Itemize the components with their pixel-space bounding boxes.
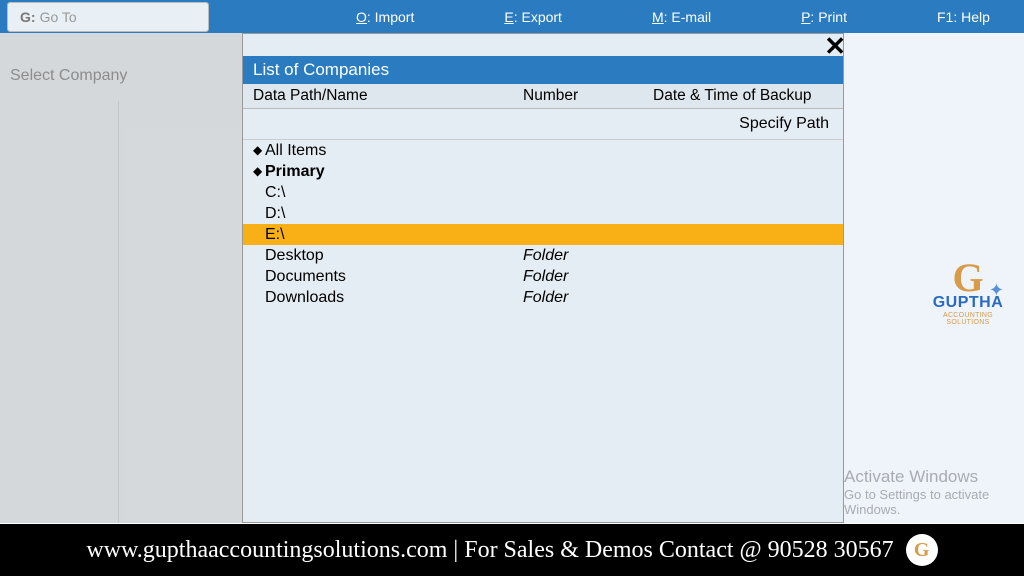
menu-help[interactable]: F1: Help [937, 9, 990, 25]
list-item-desktop[interactable]: DesktopFolder [243, 245, 843, 266]
list-of-companies-popup: ✕ List of Companies Data Path/Name Numbe… [242, 33, 844, 523]
folder-label: Folder [523, 287, 568, 308]
goto-key: G: [20, 9, 36, 25]
goto-button[interactable]: G: Go To [8, 3, 208, 31]
diamond-icon: ◆ [253, 140, 265, 161]
menu-print[interactable]: P: Print [801, 9, 847, 25]
list-item-e-drive[interactable]: E:\ [243, 224, 843, 245]
main-area: Select Company ✕ List of Companies Data … [0, 33, 1024, 523]
watermark-title: Activate Windows [844, 467, 994, 487]
folder-label: Folder [523, 245, 568, 266]
list-item-documents[interactable]: DocumentsFolder [243, 266, 843, 287]
menu-import[interactable]: O: Import [356, 9, 414, 25]
windows-activation-watermark: Activate Windows Go to Settings to activ… [844, 467, 994, 517]
specify-path-button[interactable]: Specify Path [243, 109, 843, 140]
diamond-icon: ◆ [253, 161, 265, 182]
left-dimmed-pane: Select Company [0, 33, 242, 523]
banner-text: www.gupthaaccountingsolutions.com | For … [86, 537, 893, 564]
list-item-c-drive[interactable]: C:\ [243, 182, 843, 203]
list-item-all[interactable]: ◆All Items [243, 140, 843, 161]
column-headers: Data Path/Name Number Date & Time of Bac… [243, 84, 843, 109]
popup-title: List of Companies [243, 56, 843, 84]
menu-email[interactable]: M: E-mail [652, 9, 711, 25]
menu-export[interactable]: E: Export [504, 9, 562, 25]
select-company-label: Select Company [10, 67, 127, 85]
list-item-d-drive[interactable]: D:\ [243, 203, 843, 224]
close-icon[interactable]: ✕ [824, 33, 846, 59]
top-menu-bar: G: Go To O: Import E: Export M: E-mail P… [0, 0, 1024, 33]
folder-label: Folder [523, 266, 568, 287]
banner-logo-icon: G [906, 534, 938, 566]
menu-group: O: Import E: Export M: E-mail P: Print F… [216, 9, 1024, 25]
brand-logo: G ✦ GUPTHA ACCOUNTING SOLUTIONS [924, 258, 1012, 326]
header-number: Number [523, 87, 643, 105]
left-divider [118, 101, 119, 523]
watermark-sub: Go to Settings to activate Windows. [844, 487, 994, 517]
header-data-path: Data Path/Name [253, 87, 523, 105]
swoosh-icon: ✦ [989, 280, 1004, 301]
logo-subtext: ACCOUNTING SOLUTIONS [924, 312, 1012, 326]
goto-label: Go To [40, 9, 77, 25]
list-item-primary[interactable]: ◆Primary [243, 161, 843, 182]
list-item-downloads[interactable]: DownloadsFolder [243, 287, 843, 308]
bottom-banner: www.gupthaaccountingsolutions.com | For … [0, 524, 1024, 576]
right-pane: G ✦ GUPTHA ACCOUNTING SOLUTIONS Activate… [844, 33, 1024, 523]
drive-list: ◆All Items ◆Primary C:\ D:\ E:\ DesktopF… [243, 140, 843, 308]
header-date-backup: Date & Time of Backup [643, 87, 833, 105]
